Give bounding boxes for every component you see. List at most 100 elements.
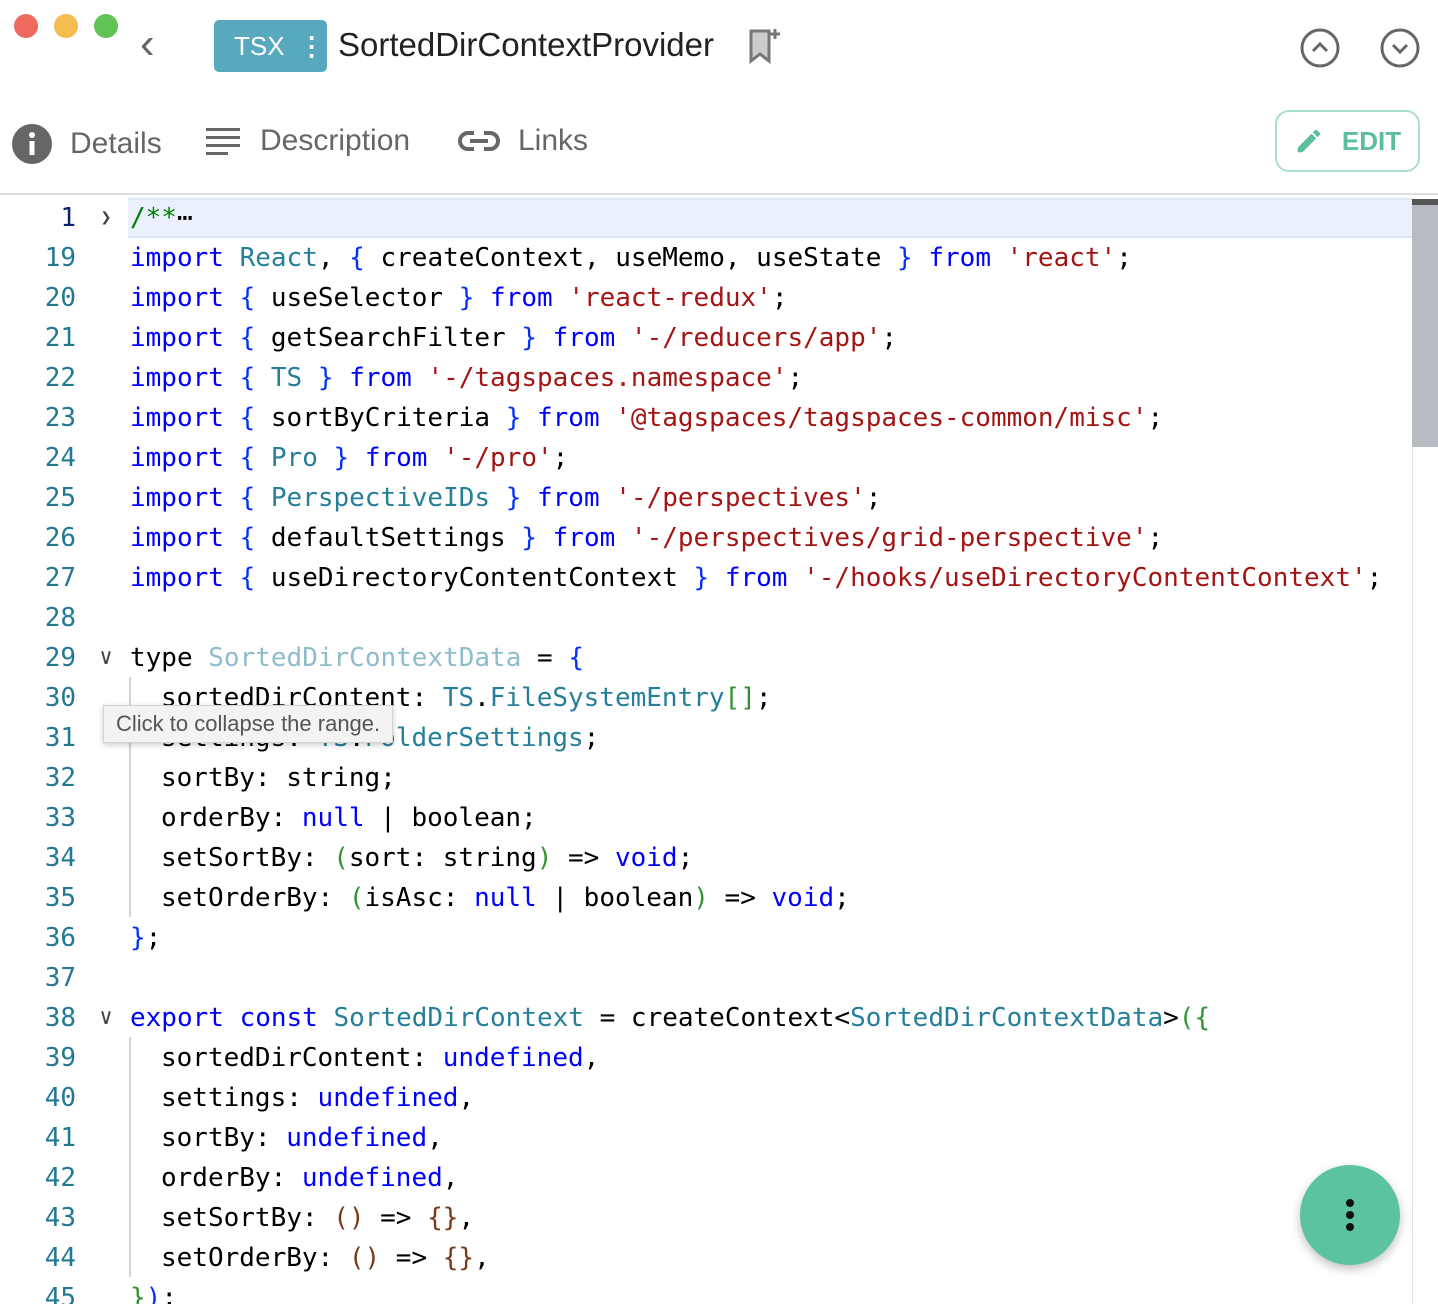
code-text: setOrderBy: (isAsc: null | boolean) => v…: [161, 878, 850, 918]
line-number: 25: [0, 478, 76, 518]
code-token: (): [333, 1203, 364, 1233]
fold-expand-chevron-icon[interactable]: ❯: [94, 198, 118, 238]
code-line[interactable]: 40settings: undefined,: [0, 1078, 1412, 1118]
line-number: 44: [0, 1238, 76, 1278]
code-text: import { Pro } from '-/pro';: [130, 438, 568, 478]
line-number: 22: [0, 358, 76, 398]
tab-description[interactable]: Description: [206, 124, 410, 158]
code-line[interactable]: 45});: [0, 1278, 1412, 1304]
code-text: setOrderBy: () => {},: [161, 1238, 490, 1278]
code-token: ;: [772, 283, 788, 313]
code-token: }: [318, 363, 334, 393]
code-token: import: [130, 283, 240, 313]
code-line[interactable]: 34setSortBy: (sort: string) => void;: [0, 838, 1412, 878]
code-text: setSortBy: () => {},: [161, 1198, 474, 1238]
code-token: ;: [161, 1283, 177, 1304]
code-token: '@tagspaces/tagspaces-common/misc': [615, 403, 1147, 433]
code-token: sort: string: [349, 843, 537, 873]
fold-collapse-chevron-icon[interactable]: ∨: [94, 638, 118, 678]
next-file-icon[interactable]: [1380, 28, 1420, 68]
code-token: (): [349, 1243, 380, 1273]
code-line[interactable]: 19import React, { createContext, useMemo…: [0, 238, 1412, 278]
code-token: from: [537, 323, 631, 353]
code-text: setSortBy: (sort: string) => void;: [161, 838, 693, 878]
code-line[interactable]: 44 setOrderBy: () => {},: [0, 1238, 1412, 1278]
code-line[interactable]: 26import { defaultSettings } from '-/per…: [0, 518, 1412, 558]
code-token: SortedDirContextData: [208, 643, 521, 673]
code-line[interactable]: 38∨export const SortedDirContext = creat…: [0, 998, 1412, 1038]
code-line[interactable]: 25import { PerspectiveIDs } from '-/pers…: [0, 478, 1412, 518]
code-line[interactable]: 43setSortBy: () => {},: [0, 1198, 1412, 1238]
tab-details[interactable]: Details: [12, 124, 162, 164]
code-line[interactable]: 28: [0, 598, 1412, 638]
line-number: 27: [0, 558, 76, 598]
code-line[interactable]: 33orderBy: null | boolean;: [0, 798, 1412, 838]
more-actions-button[interactable]: [1300, 1165, 1400, 1265]
code-token: null: [474, 883, 537, 913]
code-token: =>: [365, 1203, 428, 1233]
code-text: import React, { createContext, useMemo, …: [130, 238, 1132, 278]
code-token: ): [537, 843, 553, 873]
code-token: = createContext<: [584, 1003, 850, 1033]
scrollbar-thumb[interactable]: [1412, 199, 1438, 447]
code-token: {: [240, 523, 256, 553]
code-line[interactable]: 27import { useDirectoryContentContext } …: [0, 558, 1412, 598]
code-token: PerspectiveIDs: [255, 483, 505, 513]
tab-links[interactable]: Links: [458, 124, 588, 158]
line-number: 36: [0, 918, 76, 958]
previous-file-icon[interactable]: [1300, 28, 1340, 68]
code-token: ,: [458, 1203, 474, 1233]
code-token: createContext, useMemo, useState: [365, 243, 897, 273]
code-line[interactable]: 29∨type SortedDirContextData = {: [0, 638, 1412, 678]
code-token: Pro: [255, 443, 333, 473]
code-token: {: [240, 283, 256, 313]
code-token: SortedDirContextData: [850, 1003, 1163, 1033]
code-token: =>: [380, 1243, 443, 1273]
code-line[interactable]: 21import { getSearchFilter } from '-/red…: [0, 318, 1412, 358]
code-token: ;: [584, 723, 600, 753]
code-token: '-/tagspaces.namespace': [427, 363, 787, 393]
code-token: {: [240, 363, 256, 393]
code-token: | boolean: [537, 883, 694, 913]
bookmark-add-icon[interactable]: [748, 28, 782, 64]
line-number: 1: [0, 198, 76, 238]
edit-button[interactable]: EDIT: [1275, 110, 1420, 172]
code-token: ): [693, 883, 709, 913]
file-type-badge[interactable]: TSX ⋮: [214, 20, 327, 72]
code-token: from: [521, 403, 615, 433]
code-text: settings: undefined,: [161, 1078, 474, 1118]
code-editor[interactable]: 1❯/**⋯19import React, { createContext, u…: [0, 197, 1438, 1304]
code-line[interactable]: 41sortBy: undefined,: [0, 1118, 1412, 1158]
code-token: ): [146, 1283, 162, 1304]
code-token: orderBy:: [161, 1163, 302, 1193]
code-token: }: [459, 283, 475, 313]
line-number: 39: [0, 1038, 76, 1078]
code-token: defaultSettings: [255, 523, 521, 553]
code-token: null: [302, 803, 365, 833]
code-line[interactable]: 23import { sortByCriteria } from '@tagsp…: [0, 398, 1412, 438]
code-line[interactable]: 1❯/**⋯: [0, 198, 1412, 238]
code-line[interactable]: 20import { useSelector } from 'react-red…: [0, 278, 1412, 318]
code-token: from: [474, 283, 568, 313]
code-line[interactable]: 24import { Pro } from '-/pro';: [0, 438, 1412, 478]
fold-collapse-chevron-icon[interactable]: ∨: [94, 998, 118, 1038]
code-line[interactable]: 22import { TS } from '-/tagspaces.namesp…: [0, 358, 1412, 398]
code-token: '-/pro': [443, 443, 553, 473]
code-text: import { sortByCriteria } from '@tagspac…: [130, 398, 1163, 438]
line-number: 35: [0, 878, 76, 918]
code-line[interactable]: 42orderBy: undefined,: [0, 1158, 1412, 1198]
code-token: {}: [427, 1203, 458, 1233]
back-chevron-icon[interactable]: ‹: [140, 22, 155, 66]
code-line[interactable]: 32sortBy: string;: [0, 758, 1412, 798]
code-token: ,: [318, 243, 349, 273]
edit-label: EDIT: [1342, 126, 1401, 157]
code-token: sortByCriteria: [255, 403, 505, 433]
code-token: }: [506, 403, 522, 433]
info-icon: [12, 124, 52, 164]
code-token: {: [240, 563, 256, 593]
code-line[interactable]: 35 setOrderBy: (isAsc: null | boolean) =>…: [0, 878, 1412, 918]
code-line[interactable]: 39sortedDirContent: undefined,: [0, 1038, 1412, 1078]
code-line[interactable]: 36};: [0, 918, 1412, 958]
more-vert-icon: [1345, 1198, 1355, 1232]
code-line[interactable]: 37: [0, 958, 1412, 998]
